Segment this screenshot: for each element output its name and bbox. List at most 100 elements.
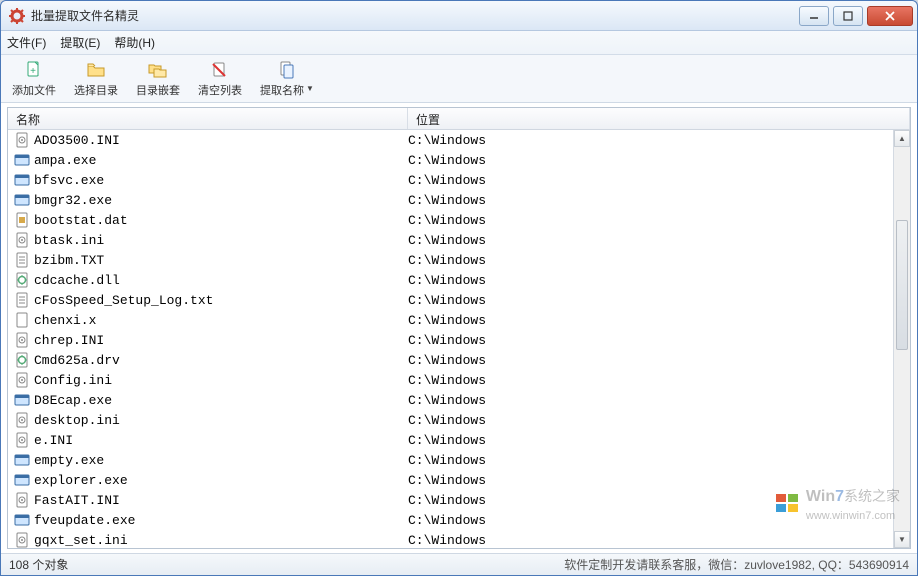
window-title: 批量提取文件名精灵 [31, 7, 139, 24]
file-type-icon [14, 472, 30, 488]
file-row[interactable]: btask.iniC:\Windows [8, 230, 893, 250]
file-name: gqxt_set.ini [34, 533, 408, 548]
extract-icon [277, 60, 297, 80]
file-type-icon [14, 412, 30, 428]
file-row[interactable]: bmgr32.exeC:\Windows [8, 190, 893, 210]
file-type-icon [14, 512, 30, 528]
file-row[interactable]: fveupdate.exeC:\Windows [8, 510, 893, 530]
file-location: C:\Windows [408, 253, 893, 268]
file-location: C:\Windows [408, 133, 893, 148]
file-row[interactable]: Cmd625a.drvC:\Windows [8, 350, 893, 370]
select-dir-button[interactable]: 选择目录 [69, 57, 123, 101]
file-type-icon [14, 452, 30, 468]
add-file-button[interactable]: + 添加文件 [7, 57, 61, 101]
nested-folder-icon [148, 60, 168, 80]
file-location: C:\Windows [408, 513, 893, 528]
file-name: desktop.ini [34, 413, 408, 428]
file-type-icon [14, 372, 30, 388]
file-row[interactable]: desktop.iniC:\Windows [8, 410, 893, 430]
svg-text:+: + [30, 66, 36, 77]
file-type-icon [14, 292, 30, 308]
file-name: chrep.INI [34, 333, 408, 348]
file-type-icon [14, 492, 30, 508]
file-row[interactable]: ADO3500.INIC:\Windows [8, 130, 893, 150]
file-row[interactable]: gqxt_set.iniC:\Windows [8, 530, 893, 548]
file-name: bzibm.TXT [34, 253, 408, 268]
titlebar: 批量提取文件名精灵 [1, 1, 917, 31]
file-location: C:\Windows [408, 453, 893, 468]
column-header-location[interactable]: 位置 [408, 108, 910, 129]
file-row[interactable]: e.INIC:\Windows [8, 430, 893, 450]
file-row[interactable]: FastAIT.INIC:\Windows [8, 490, 893, 510]
extract-names-label: 提取名称 [260, 82, 304, 98]
file-row[interactable]: bzibm.TXTC:\Windows [8, 250, 893, 270]
file-row[interactable]: chenxi.xC:\Windows [8, 310, 893, 330]
file-type-icon [14, 172, 30, 188]
close-button[interactable] [867, 6, 913, 26]
file-location: C:\Windows [408, 213, 893, 228]
clear-list-label: 清空列表 [198, 82, 242, 98]
file-name: FastAIT.INI [34, 493, 408, 508]
file-type-icon [14, 312, 30, 328]
nested-dir-button[interactable]: 目录嵌套 [131, 57, 185, 101]
file-location: C:\Windows [408, 233, 893, 248]
menu-file[interactable]: 文件(F) [7, 34, 46, 51]
scroll-down-arrow-icon[interactable]: ▼ [894, 531, 910, 548]
status-right: 软件定制开发请联系客服，微信：zuvlove1982, QQ：543690914 [564, 556, 909, 573]
file-row[interactable]: ampa.exeC:\Windows [8, 150, 893, 170]
file-type-icon [14, 432, 30, 448]
nested-dir-label: 目录嵌套 [136, 82, 180, 98]
file-type-icon [14, 532, 30, 548]
columns-header: 名称 位置 [8, 108, 910, 130]
menubar: 文件(F) 提取(E) 帮助(H) [1, 31, 917, 55]
file-row[interactable]: cFosSpeed_Setup_Log.txtC:\Windows [8, 290, 893, 310]
extract-names-button[interactable]: 提取名称 ▼ [255, 57, 319, 101]
file-type-icon [14, 232, 30, 248]
file-row[interactable]: explorer.exeC:\Windows [8, 470, 893, 490]
file-location: C:\Windows [408, 533, 893, 548]
file-name: fveupdate.exe [34, 513, 408, 528]
file-location: C:\Windows [408, 193, 893, 208]
file-row[interactable]: bootstat.datC:\Windows [8, 210, 893, 230]
file-list[interactable]: ADO3500.INIC:\Windowsampa.exeC:\Windowsb… [8, 130, 893, 548]
file-type-icon [14, 212, 30, 228]
file-type-icon [14, 192, 30, 208]
file-row[interactable]: cdcache.dllC:\Windows [8, 270, 893, 290]
scroll-up-arrow-icon[interactable]: ▲ [894, 130, 910, 147]
file-row[interactable]: D8Ecap.exeC:\Windows [8, 390, 893, 410]
file-row[interactable]: chrep.INIC:\Windows [8, 330, 893, 350]
file-location: C:\Windows [408, 373, 893, 388]
file-location: C:\Windows [408, 473, 893, 488]
file-location: C:\Windows [408, 173, 893, 188]
file-name: ampa.exe [34, 153, 408, 168]
minimize-button[interactable] [799, 6, 829, 26]
clear-list-button[interactable]: 清空列表 [193, 57, 247, 101]
clear-icon [210, 60, 230, 80]
file-row[interactable]: Config.iniC:\Windows [8, 370, 893, 390]
file-row[interactable]: empty.exeC:\Windows [8, 450, 893, 470]
file-location: C:\Windows [408, 393, 893, 408]
file-location: C:\Windows [408, 333, 893, 348]
file-name: cdcache.dll [34, 273, 408, 288]
file-location: C:\Windows [408, 153, 893, 168]
folder-open-icon [86, 60, 106, 80]
listview-panel: 名称 位置 ADO3500.INIC:\Windowsampa.exeC:\Wi… [7, 107, 911, 549]
select-dir-label: 选择目录 [74, 82, 118, 98]
statusbar: 108 个对象 软件定制开发请联系客服，微信：zuvlove1982, QQ：5… [1, 553, 917, 575]
file-name: explorer.exe [34, 473, 408, 488]
file-location: C:\Windows [408, 273, 893, 288]
file-name: bmgr32.exe [34, 193, 408, 208]
menu-help[interactable]: 帮助(H) [114, 34, 155, 51]
column-header-name[interactable]: 名称 [8, 108, 408, 129]
maximize-button[interactable] [833, 6, 863, 26]
file-location: C:\Windows [408, 353, 893, 368]
scroll-thumb[interactable] [896, 220, 908, 350]
file-row[interactable]: bfsvc.exeC:\Windows [8, 170, 893, 190]
file-type-icon [14, 332, 30, 348]
vertical-scrollbar[interactable]: ▲ ▼ [893, 130, 910, 548]
file-name: bfsvc.exe [34, 173, 408, 188]
menu-extract[interactable]: 提取(E) [60, 34, 100, 51]
window-controls [795, 6, 913, 26]
file-name: bootstat.dat [34, 213, 408, 228]
file-type-icon [14, 252, 30, 268]
